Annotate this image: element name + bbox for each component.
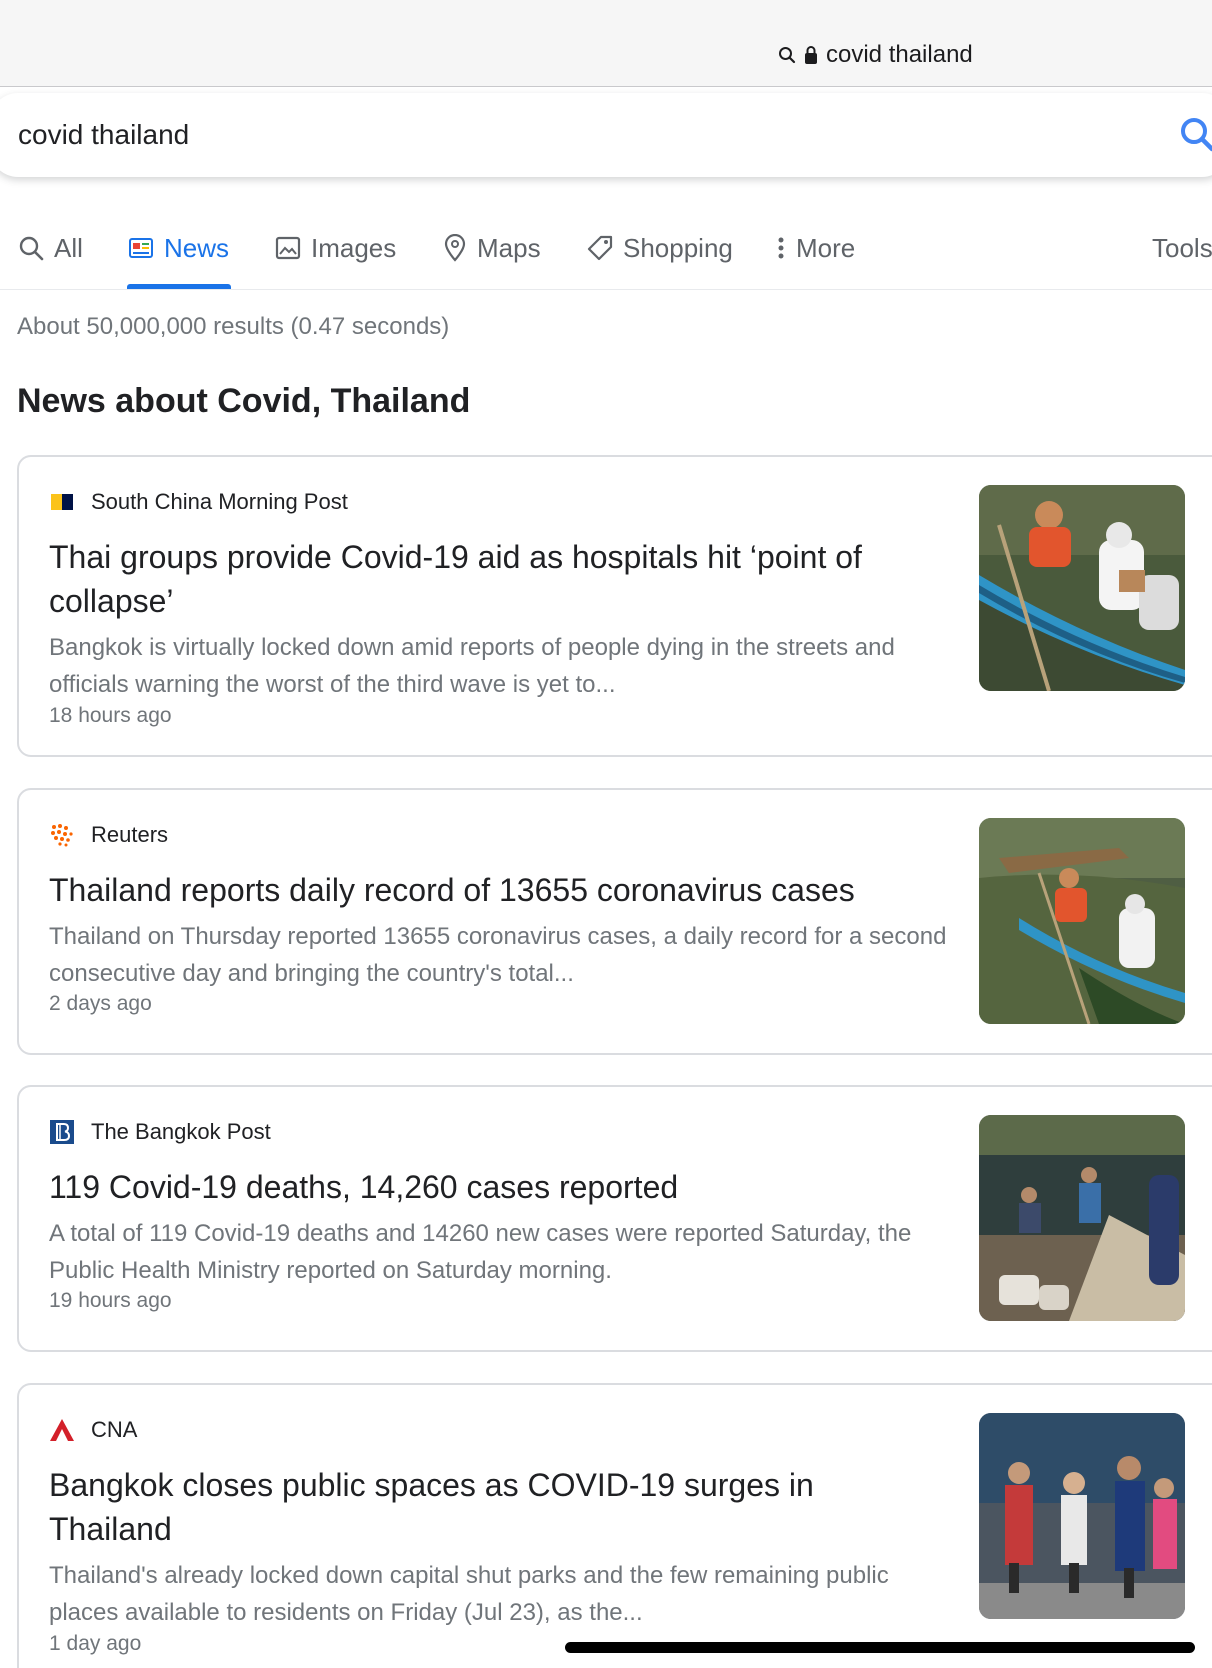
more-vertical-icon [778, 237, 784, 259]
search-tabs: All News Images Maps Shopping More Tools [0, 218, 1212, 290]
search-icon [19, 236, 44, 261]
news-time: 2 days ago [49, 992, 152, 1015]
crowd-photo-icon [979, 1413, 1185, 1619]
source-name: CNA [91, 1417, 138, 1442]
news-source: Reuters [49, 822, 168, 848]
tab-label: More [796, 232, 856, 263]
news-thumbnail[interactable] [979, 485, 1185, 691]
scmp-logo-icon [51, 494, 73, 510]
news-source: South China Morning Post [49, 489, 348, 515]
tab-label: News [164, 232, 230, 263]
search-input[interactable] [18, 117, 1138, 153]
news-icon [129, 238, 153, 258]
news-thumbnail[interactable] [979, 818, 1185, 1024]
map-pin-icon [444, 234, 466, 262]
news-snippet: Bangkok is virtually locked down amid re… [49, 634, 895, 698]
bangkok-post-logo-icon [50, 1120, 74, 1144]
search-box [0, 93, 1212, 177]
search-icon [779, 47, 796, 64]
section-title: News about Covid, Thailand [17, 382, 471, 420]
tab-label: Images [311, 232, 397, 263]
url-text: covid thailand [826, 41, 973, 68]
tab-label: Shopping [623, 232, 733, 263]
tab-shopping[interactable]: Shopping [587, 230, 733, 266]
url-display[interactable]: covid thailand [778, 40, 973, 70]
tab-news[interactable]: News [128, 230, 229, 266]
news-snippet: Thailand on Thursday reported 13655 coro… [49, 923, 947, 987]
active-tab-indicator [127, 284, 231, 289]
news-snippet: A total of 119 Covid-19 deaths and 14260… [49, 1220, 912, 1284]
search-icon [1181, 118, 1212, 152]
tools-label: Tools [1152, 232, 1212, 263]
result-stats: About 50,000,000 results (0.47 seconds) [17, 313, 450, 340]
news-source: The Bangkok Post [49, 1119, 271, 1145]
news-source: CNA [49, 1417, 137, 1443]
image-icon [275, 236, 301, 260]
reuters-logo-icon [51, 824, 73, 847]
source-name: Reuters [91, 822, 169, 847]
news-headline[interactable]: 119 Covid-19 deaths, 14,260 cases report… [49, 1165, 929, 1209]
news-time: 1 day ago [49, 1632, 142, 1655]
boat-photo-icon [979, 818, 1185, 1024]
home-indicator [565, 1642, 1195, 1653]
tag-icon [587, 235, 613, 261]
news-thumbnail[interactable] [979, 1413, 1185, 1619]
tab-label: All [54, 232, 83, 263]
tab-all[interactable]: All [18, 230, 83, 266]
cna-logo-icon [50, 1419, 74, 1441]
news-card[interactable]: The Bangkok Post 119 Covid-19 deaths, 14… [17, 1085, 1212, 1352]
news-headline[interactable]: Bangkok closes public spaces as COVID-19… [49, 1463, 929, 1551]
news-snippet: Thailand's already locked down capital s… [49, 1562, 889, 1626]
news-card[interactable]: CNA Bangkok closes public spaces as COVI… [17, 1383, 1212, 1668]
tools-button[interactable]: Tools [1152, 230, 1212, 266]
news-headline[interactable]: Thai groups provide Covid-19 aid as hosp… [49, 535, 929, 623]
tab-label: Maps [477, 232, 541, 263]
news-time: 19 hours ago [49, 1289, 172, 1312]
tab-images[interactable]: Images [275, 230, 396, 266]
news-card[interactable]: South China Morning Post Thai groups pro… [17, 455, 1212, 757]
tab-maps[interactable]: Maps [443, 230, 541, 266]
browser-address-bar[interactable]: covid thailand [0, 0, 1212, 87]
pier-photo-icon [979, 1115, 1185, 1321]
news-headline[interactable]: Thailand reports daily record of 13655 c… [49, 868, 929, 912]
boat-photo-icon [979, 485, 1185, 691]
tab-more[interactable]: More [776, 230, 855, 266]
lock-icon [805, 46, 817, 64]
source-name: South China Morning Post [91, 489, 348, 514]
news-time: 18 hours ago [49, 704, 172, 727]
search-button[interactable] [1178, 115, 1212, 155]
news-thumbnail[interactable] [979, 1115, 1185, 1321]
source-name: The Bangkok Post [91, 1119, 271, 1144]
news-card[interactable]: Reuters Thailand reports daily record of… [17, 788, 1212, 1055]
